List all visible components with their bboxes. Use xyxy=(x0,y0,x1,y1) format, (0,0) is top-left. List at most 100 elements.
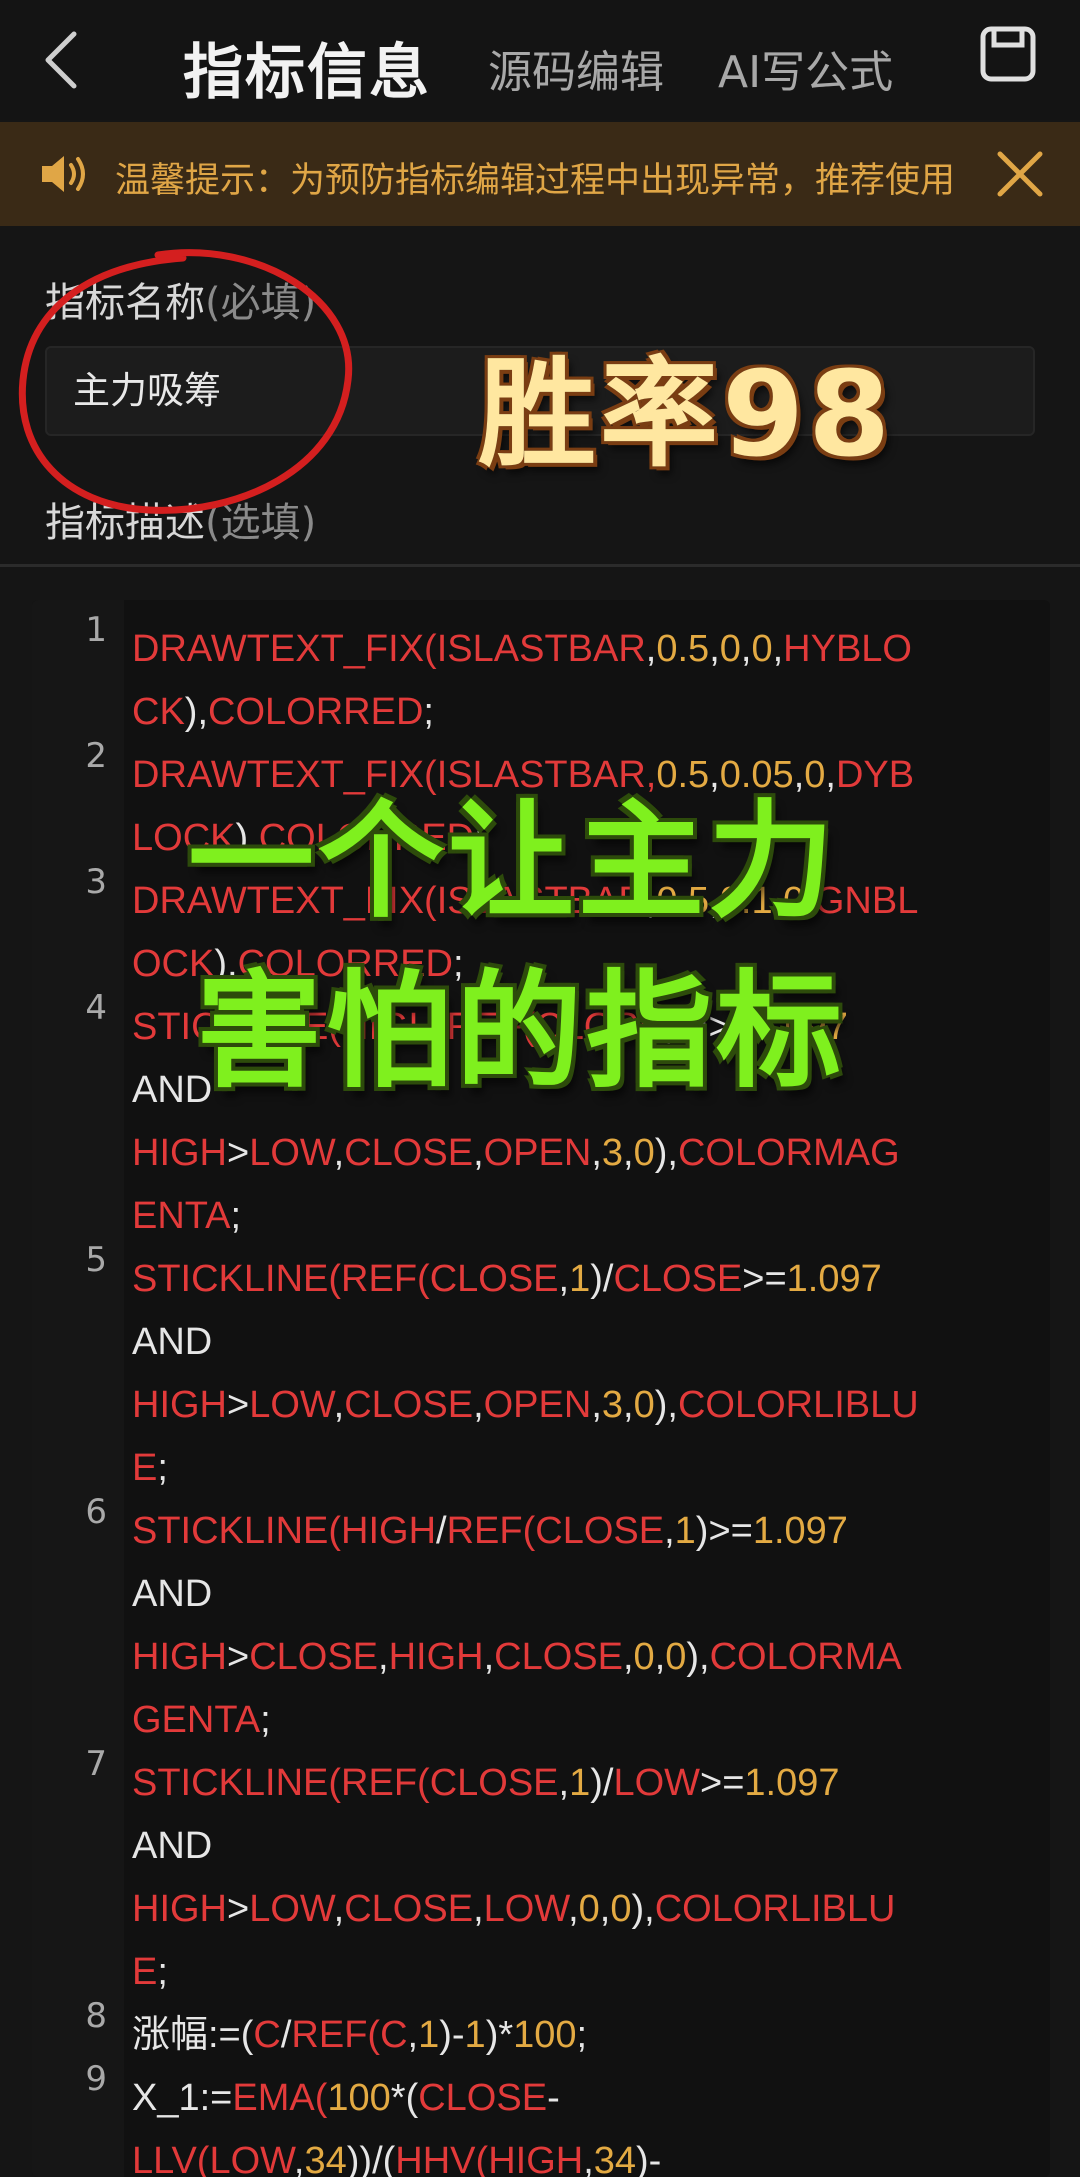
code-token: , xyxy=(568,1888,579,1930)
tab-ai-formula[interactable]: AI写公式 xyxy=(718,36,893,100)
code-line[interactable]: STICKLINE(REF(CLOSE,1)/LOW>=1.097 xyxy=(132,1752,840,1815)
code-line[interactable]: X_1:=EMA(100*(CLOSE- xyxy=(132,2067,560,2130)
code-token: , xyxy=(664,1510,675,1552)
speaker-icon xyxy=(42,156,85,192)
code-token: STICKLINE( xyxy=(132,1258,342,1300)
code-token: COLORLIBLU xyxy=(677,1384,919,1426)
code-token: OPEN xyxy=(483,1384,592,1426)
code-token: , xyxy=(407,2014,419,2056)
code-token: , xyxy=(645,628,657,670)
code-token: / xyxy=(280,2014,292,2056)
code-token: CK xyxy=(132,691,185,733)
code-token: , xyxy=(740,628,752,670)
code-line[interactable]: AND xyxy=(132,1563,212,1626)
code-token: , xyxy=(333,1384,345,1426)
code-token: 1.097 xyxy=(786,1258,882,1300)
code-token: HIGH xyxy=(132,1888,227,1930)
code-line[interactable]: E; xyxy=(132,1941,168,2004)
code-token: , xyxy=(558,1258,570,1300)
code-token: / xyxy=(436,1510,447,1552)
code-token: ), xyxy=(184,691,209,733)
code-token: > xyxy=(227,1888,250,1930)
code-token: 100 xyxy=(327,2077,391,2119)
code-token: , xyxy=(591,1132,602,1174)
code-token: ENTA xyxy=(132,1195,231,1237)
slogan-line-2: 害怕的指标 xyxy=(196,958,846,1105)
code-token: 3 xyxy=(601,1384,624,1426)
win-rate-overlay: 胜率98 xyxy=(478,345,895,483)
code-token: )- xyxy=(439,2014,465,2056)
code-line[interactable]: DRAWTEXT_FIX(ISLASTBAR,0.5,0,0,HYBLO xyxy=(132,618,912,681)
close-notice-button[interactable] xyxy=(990,144,1050,204)
code-token: REF( xyxy=(291,2014,381,2056)
code-line[interactable]: AND xyxy=(132,1311,212,1374)
code-line[interactable]: AND xyxy=(132,1815,212,1878)
code-token: HIGH xyxy=(132,1384,227,1426)
code-token: STICKLINE( xyxy=(132,1510,342,1552)
code-token: 0 xyxy=(665,1636,687,1678)
code-token: 0 xyxy=(633,1132,655,1174)
description-label: 指标描述(选填) xyxy=(45,490,316,548)
code-token: ; xyxy=(423,691,434,733)
code-token: 0 xyxy=(719,628,741,670)
code-token: )/ xyxy=(590,1258,614,1300)
code-token: HIGH xyxy=(132,1132,227,1174)
code-line[interactable]: CK),COLORRED; xyxy=(132,681,434,744)
code-token: REF( xyxy=(341,1762,430,1804)
code-token: HYBLO xyxy=(783,628,912,670)
code-line[interactable]: E; xyxy=(132,1437,168,1500)
code-token: , xyxy=(622,1636,634,1678)
code-token: , xyxy=(483,1636,495,1678)
code-token: COLORRED xyxy=(208,691,424,733)
name-label-text: 指标名称 xyxy=(45,280,205,326)
code-token: GENTA xyxy=(132,1699,261,1741)
code-line[interactable]: STICKLINE(REF(CLOSE,1)/CLOSE>=1.097 xyxy=(132,1248,882,1311)
code-token: ; xyxy=(576,2014,588,2056)
code-token: DRAWTEXT_FIX( xyxy=(132,628,437,670)
code-line[interactable]: GENTA; xyxy=(132,1689,271,1752)
code-line[interactable]: LLV(LOW,34))/(HHV(HIGH,34)- xyxy=(132,2130,661,2177)
code-token: 3 xyxy=(601,1132,624,1174)
line-number: 7 xyxy=(85,1744,107,1784)
code-token: 1.097 xyxy=(744,1762,840,1804)
code-token: , xyxy=(623,1384,634,1426)
code-token: COLORLIBLU xyxy=(654,1888,896,1930)
code-token: , xyxy=(591,1384,602,1426)
code-token: 0 xyxy=(633,1384,655,1426)
line-number: 8 xyxy=(85,1996,107,2036)
code-token: CLOSE xyxy=(344,1132,474,1174)
close-icon xyxy=(997,151,1043,197)
code-line[interactable]: 涨幅:=(C/REF(C,1)-1)*100; xyxy=(132,2004,587,2067)
code-token: , xyxy=(293,2140,305,2177)
code-token: ; xyxy=(157,1447,168,1489)
notice-banner: 温馨提示：为预防指标编辑过程中出现异常，推荐使用 xyxy=(0,122,1080,226)
code-token: HIGH xyxy=(132,1636,227,1678)
code-token: LOW xyxy=(613,1762,701,1804)
code-token: 涨幅:=( xyxy=(132,2014,254,2056)
code-line[interactable]: HIGH>CLOSE,HIGH,CLOSE,0,0),COLORMA xyxy=(132,1626,902,1689)
save-button[interactable] xyxy=(978,24,1038,84)
code-line[interactable]: HIGH>LOW,CLOSE,OPEN,3,0),COLORLIBLU xyxy=(132,1374,919,1437)
tab-source-edit[interactable]: 源码编辑 xyxy=(488,36,664,100)
code-line[interactable]: ENTA; xyxy=(132,1185,241,1248)
code-token: , xyxy=(333,1888,345,1930)
code-token: STICKLINE( xyxy=(132,1762,342,1804)
code-token: 1 xyxy=(569,1258,591,1300)
code-token: LLV( xyxy=(132,2140,210,2177)
code-line[interactable]: HIGH>LOW,CLOSE,LOW,0,0),COLORLIBLU xyxy=(132,1878,895,1941)
code-token: CLOSE xyxy=(344,1888,474,1930)
code-token: LOW xyxy=(249,1888,334,1930)
code-token: ; xyxy=(260,1699,271,1741)
save-icon xyxy=(980,26,1036,82)
code-token: , xyxy=(378,1636,389,1678)
back-button[interactable] xyxy=(38,28,88,92)
code-token: 34 xyxy=(593,2140,637,2177)
slogan-line-1: 一个让主力 xyxy=(188,788,838,935)
code-token: > xyxy=(227,1636,250,1678)
code-token: E xyxy=(132,1447,158,1489)
line-number: 3 xyxy=(85,862,107,902)
code-token: COLORMAG xyxy=(677,1132,900,1174)
code-line[interactable]: STICKLINE(HIGH/REF(CLOSE,1)>=1.097 xyxy=(132,1500,848,1563)
code-line[interactable]: HIGH>LOW,CLOSE,OPEN,3,0),COLORMAG xyxy=(132,1122,900,1185)
code-token: *( xyxy=(390,2077,419,2119)
